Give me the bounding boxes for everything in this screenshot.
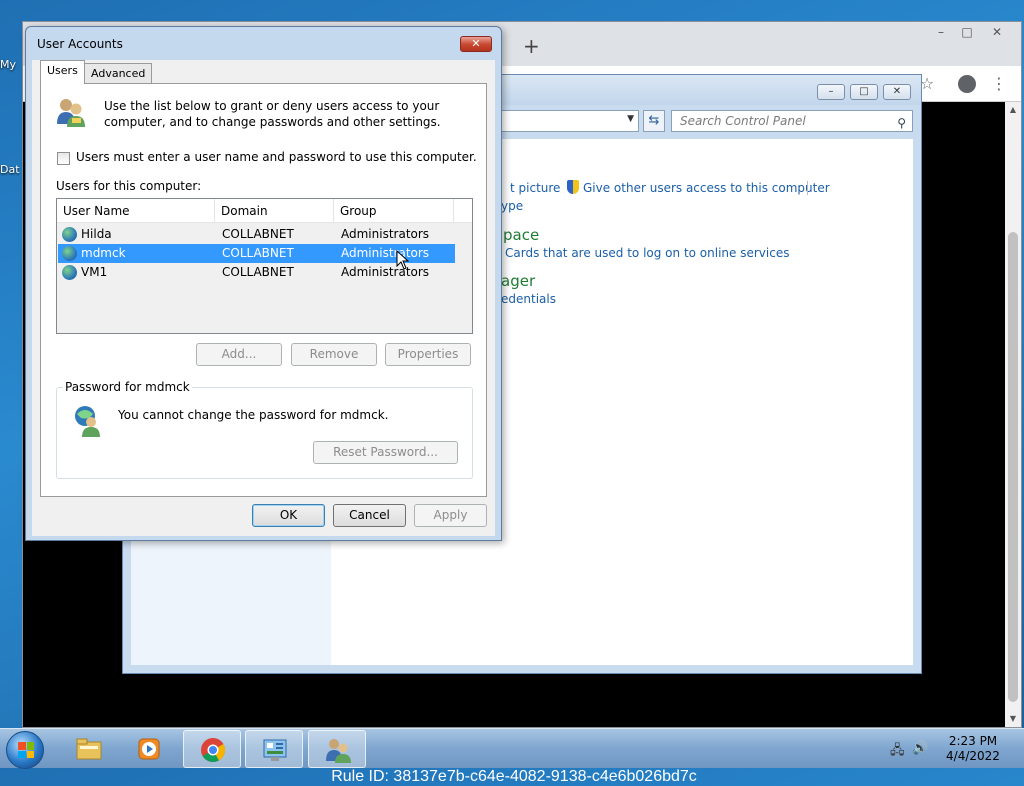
user-name-cell: Hilda [81, 227, 112, 241]
user-accounts-icon [326, 739, 351, 763]
clock-time: 2:23 PM [948, 734, 998, 748]
cards-link[interactable]: Cards that are used to log on to online … [505, 246, 789, 260]
password-message: You cannot change the password for mdmck… [118, 408, 389, 422]
intro-text: Use the list below to grant or deny user… [104, 99, 441, 129]
taskbar-control-panel[interactable] [245, 730, 303, 768]
users-tab-panel: Use the list below to grant or deny user… [40, 83, 487, 497]
column-domain[interactable]: Domain [215, 199, 334, 223]
column-group[interactable]: Group [334, 199, 454, 223]
dialog-body: Users Advanced Use the list below to gra… [32, 60, 495, 536]
folder-icon [76, 738, 102, 760]
cp-minimize-button[interactable]: – [817, 84, 845, 100]
dialog-close-button[interactable]: ✕ [460, 36, 492, 52]
dialog-title: User Accounts [37, 37, 123, 51]
require-login-checkbox[interactable] [57, 152, 70, 165]
apply-button[interactable]: Apply [414, 504, 487, 527]
control-panel-icon [263, 739, 287, 761]
clock-date: 4/4/2022 [946, 749, 1000, 763]
user-name-cell: VM1 [81, 265, 108, 279]
volume-icon[interactable]: 🔊 [912, 741, 928, 756]
password-group-label: Password for mdmck [63, 380, 192, 394]
group-cell: Administrators [341, 265, 430, 279]
chrome-icon [201, 738, 226, 763]
users-listview[interactable]: User Name Domain Group Hilda COLLABNET A… [56, 198, 473, 334]
page-scrollbar[interactable]: ▲ ▼ [1005, 102, 1021, 727]
link-separator [807, 181, 808, 195]
credential-manager-heading[interactable]: ager [501, 272, 535, 290]
add-user-button[interactable]: Add... [196, 343, 282, 366]
change-picture-link[interactable]: t picture [510, 181, 560, 195]
domain-cell: COLLABNET [222, 246, 294, 260]
system-clock[interactable]: 2:23 PM 4/4/2022 [940, 734, 1006, 764]
user-icon [62, 246, 77, 261]
user-accounts-dialog: User Accounts ✕ Users Advanced Use the l… [25, 26, 502, 541]
group-cell: Administrators [341, 246, 430, 260]
tab-users[interactable]: Users [40, 60, 85, 84]
column-user-name[interactable]: User Name [57, 199, 215, 223]
start-button[interactable] [6, 731, 44, 769]
reset-password-button[interactable]: Reset Password... [313, 441, 458, 464]
refresh-icon[interactable]: ⇆ [643, 110, 665, 132]
user-name-cell: mdmck [81, 246, 126, 260]
domain-cell: COLLABNET [222, 265, 294, 279]
address-bar[interactable]: ▼ [501, 110, 639, 132]
password-groupbox: Password for mdmck You cannot change the… [56, 380, 473, 479]
taskbar-explorer[interactable] [60, 730, 118, 768]
rule-id-caption: Rule ID: 38137e7b-c64e-4082-9138-c4e6b02… [331, 768, 697, 785]
chrome-minimize-button[interactable]: – [929, 24, 953, 40]
give-access-link[interactable]: Give other users access to this computer [567, 180, 830, 195]
list-header: User Name Domain Group [57, 199, 472, 223]
domain-cell: COLLABNET [222, 227, 294, 241]
search-placeholder: Search Control Panel [680, 114, 806, 128]
mouse-cursor-icon [396, 250, 410, 270]
address-dropdown-icon[interactable]: ▼ [627, 114, 634, 124]
remove-user-button[interactable]: Remove [291, 343, 377, 366]
account-type-link[interactable]: ype [501, 199, 523, 213]
give-access-label: Give other users access to this computer [583, 181, 830, 195]
taskbar-user-accounts[interactable] [308, 730, 366, 768]
search-input[interactable]: Search Control Panel ⚲ [671, 110, 913, 132]
require-login-label[interactable]: Users must enter a user name and passwor… [76, 150, 477, 164]
uac-shield-icon [567, 180, 579, 194]
properties-button[interactable]: Properties [385, 343, 471, 366]
workspace-heading[interactable]: pace [503, 226, 539, 244]
scroll-thumb[interactable] [1008, 232, 1018, 702]
scroll-down-arrow[interactable]: ▼ [1005, 711, 1021, 727]
ok-button[interactable]: OK [252, 504, 325, 527]
cp-close-button[interactable]: ✕ [883, 84, 911, 100]
network-icon[interactable]: 🖧 [890, 741, 905, 763]
desktop-icon-label-my[interactable]: My [0, 58, 16, 71]
credentials-link[interactable]: edentials [501, 292, 556, 306]
taskbar: 🖧 🔊 2:23 PM 4/4/2022 [0, 728, 1024, 769]
cancel-button[interactable]: Cancel [333, 504, 406, 527]
user-account-icon [75, 406, 100, 437]
cp-maximize-button[interactable]: □ [850, 84, 878, 100]
taskbar-chrome[interactable] [183, 730, 241, 768]
users-icon [57, 99, 85, 127]
users-list-label: Users for this computer: [56, 179, 202, 193]
profile-avatar-icon[interactable] [958, 75, 976, 93]
new-tab-button[interactable]: + [523, 34, 540, 58]
desktop-icon-label-dat[interactable]: Dat [0, 163, 20, 176]
table-row[interactable]: Hilda COLLABNET Administrators [58, 225, 455, 244]
chrome-maximize-button[interactable]: □ [955, 24, 979, 40]
tab-advanced[interactable]: Advanced [84, 63, 153, 84]
media-player-icon [138, 738, 160, 760]
chrome-close-button[interactable]: ✕ [985, 24, 1009, 40]
user-icon [62, 227, 77, 242]
scroll-up-arrow[interactable]: ▲ [1005, 102, 1021, 118]
taskbar-media-player[interactable] [120, 730, 178, 768]
chrome-menu-icon[interactable]: ⋮ [989, 74, 1009, 94]
search-icon[interactable]: ⚲ [897, 113, 906, 133]
windows-logo-icon [18, 742, 34, 758]
group-cell: Administrators [341, 227, 430, 241]
user-icon [62, 265, 77, 280]
